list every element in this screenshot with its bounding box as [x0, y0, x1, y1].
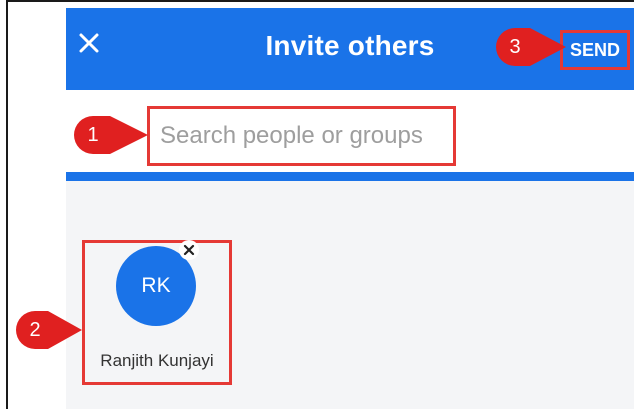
callout-number: 1: [87, 123, 99, 146]
callout-3: 3: [494, 26, 566, 68]
invitee-area: RK Ranjith Kunjayi: [66, 181, 634, 409]
callout-2: 2: [14, 309, 82, 351]
remove-invitee-button[interactable]: [179, 240, 199, 260]
frame-left-border: [6, 0, 8, 409]
callout-number: 2: [29, 318, 41, 341]
frame-top-border: [6, 0, 634, 2]
callout-1: 1: [72, 114, 148, 156]
search-row: [66, 106, 634, 168]
send-button[interactable]: SEND: [560, 30, 630, 70]
invitee-name: Ranjith Kunjayi: [100, 351, 214, 370]
close-icon: [183, 244, 195, 256]
search-input[interactable]: [147, 106, 456, 166]
callout-number: 3: [509, 35, 521, 58]
screenshot-frame: Invite others SEND RK Ranjith Kunjayi 1 …: [0, 0, 634, 409]
search-underline: [66, 172, 634, 181]
invitee-chip[interactable]: RK Ranjith Kunjayi: [82, 240, 232, 385]
